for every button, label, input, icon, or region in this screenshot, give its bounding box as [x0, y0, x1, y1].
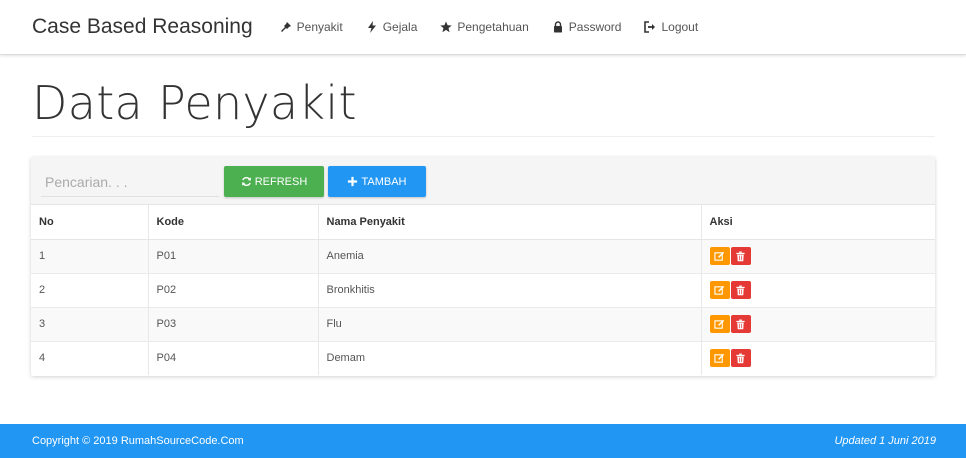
edit-icon — [714, 251, 725, 261]
table-header-row: No Kode Nama Penyakit Aksi — [31, 205, 935, 240]
lock-icon — [552, 21, 565, 33]
cell-aksi — [701, 272, 935, 307]
cell-aksi — [701, 306, 935, 341]
table-row: 2 P02 Bronkhitis — [31, 272, 935, 307]
navbar: Case Based Reasoning Penyakit Gejala Pen… — [0, 0, 966, 55]
logout-icon — [644, 21, 657, 33]
cell-aksi — [701, 238, 935, 273]
trash-icon — [736, 285, 745, 295]
data-panel: REFRESH TAMBAH No Kode Nama Penyakit Aks… — [31, 157, 935, 376]
page-title: Data Penyakit — [32, 76, 357, 130]
pushpin-icon — [280, 21, 293, 33]
refresh-icon — [241, 176, 252, 187]
nav-item-label: Logout — [661, 20, 699, 34]
brand-title[interactable]: Case Based Reasoning — [32, 15, 253, 39]
nav-item-label: Pengetahuan — [457, 20, 529, 34]
edit-icon — [714, 353, 725, 363]
cell-no: 1 — [31, 238, 149, 273]
footer: Copyright © 2019 RumahSourceCode.Com Upd… — [0, 424, 966, 458]
nav-item-password[interactable]: Password — [552, 20, 622, 34]
plus-icon — [347, 176, 358, 187]
nav-item-penyakit[interactable]: Penyakit — [280, 20, 343, 34]
nav-item-logout[interactable]: Logout — [644, 20, 698, 34]
panel-toolbar: REFRESH TAMBAH — [31, 157, 935, 205]
delete-button[interactable] — [730, 247, 751, 265]
edit-button[interactable] — [709, 247, 730, 265]
delete-button[interactable] — [730, 281, 751, 299]
title-divider — [32, 136, 935, 137]
table-row: 3 P03 Flu — [31, 306, 935, 341]
nav-item-gejala[interactable]: Gejala — [366, 20, 418, 34]
edit-icon — [714, 319, 725, 329]
cell-no: 2 — [31, 272, 149, 307]
edit-button[interactable] — [709, 281, 730, 299]
footer-copyright: Copyright © 2019 RumahSourceCode.Com — [32, 435, 244, 447]
add-button-label: TAMBAH — [361, 175, 407, 188]
refresh-button-label: REFRESH — [254, 175, 308, 188]
table-row: 1 P01 Anemia — [31, 238, 935, 273]
cell-nama: Demam — [318, 340, 702, 375]
cell-kode: P04 — [148, 340, 319, 375]
nav-item-label: Password — [568, 20, 622, 34]
cell-aksi — [701, 340, 935, 375]
cell-nama: Bronkhitis — [318, 272, 702, 307]
refresh-button[interactable]: REFRESH — [224, 166, 324, 197]
star-icon — [440, 21, 453, 33]
column-header-nama: Nama Penyakit — [318, 205, 702, 240]
column-header-aksi: Aksi — [701, 205, 935, 240]
nav-item-label: Gejala — [382, 20, 418, 34]
column-header-no: No — [31, 205, 149, 240]
trash-icon — [736, 251, 745, 261]
cell-kode: P02 — [148, 272, 319, 307]
cell-nama: Anemia — [318, 238, 702, 273]
table-row: 4 P04 Demam — [31, 340, 935, 375]
footer-updated: Updated 1 Juni 2019 — [834, 435, 936, 447]
penyakit-table: No Kode Nama Penyakit Aksi 1 P01 Anemia … — [31, 205, 935, 375]
cell-kode: P03 — [148, 306, 319, 341]
column-header-kode: Kode — [148, 205, 319, 240]
delete-button[interactable] — [730, 349, 751, 368]
search-input[interactable] — [41, 167, 219, 197]
nav-item-pengetahuan[interactable]: Pengetahuan — [440, 20, 529, 34]
cell-no: 3 — [31, 306, 149, 341]
edit-button[interactable] — [709, 349, 730, 368]
cell-no: 4 — [31, 340, 149, 375]
flash-icon — [366, 21, 379, 33]
cell-nama: Flu — [318, 306, 702, 341]
trash-icon — [736, 319, 745, 329]
add-button[interactable]: TAMBAH — [328, 166, 426, 197]
delete-button[interactable] — [730, 315, 751, 333]
cell-kode: P01 — [148, 238, 319, 273]
edit-icon — [714, 285, 725, 295]
nav-item-label: Penyakit — [296, 20, 343, 34]
edit-button[interactable] — [709, 315, 730, 333]
nav-menu: Penyakit Gejala Pengetahuan Password Log… — [269, 20, 711, 34]
trash-icon — [736, 353, 745, 364]
